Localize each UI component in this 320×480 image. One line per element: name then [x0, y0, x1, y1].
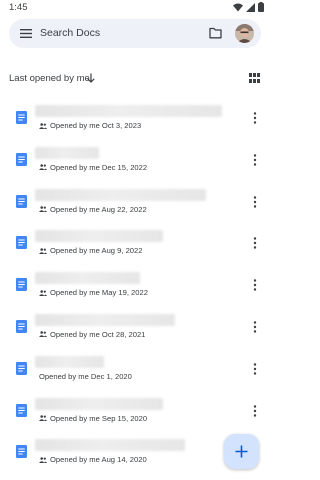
shared-people-icon [39, 289, 47, 296]
more-options-icon[interactable] [253, 404, 257, 417]
document-meta: Opened by me Aug 9, 2022 [39, 246, 142, 255]
status-bar: 1:45 [0, 0, 270, 16]
sort-row: Last opened by me [0, 64, 270, 86]
document-opened-date: Opened by me Aug 9, 2022 [50, 246, 143, 256]
more-options-icon[interactable] [253, 237, 257, 250]
docs-file-icon [16, 319, 27, 333]
signal-icon [246, 2, 255, 12]
document-meta: Opened by me Sep 15, 2020 [39, 414, 147, 423]
document-opened-date: Opened by me Oct 3, 2023 [50, 121, 142, 130]
document-meta: Opened by me Dec 1, 2020 [39, 372, 132, 381]
docs-file-icon [16, 278, 27, 292]
battery-icon [258, 2, 264, 12]
status-icons [233, 2, 264, 12]
document-title-redacted [35, 188, 206, 201]
grid-view-icon[interactable] [249, 73, 260, 83]
document-opened-date: Opened by me Aug 14, 2020 [50, 455, 147, 465]
document-row[interactable]: Opened by me Aug 22, 2022 [0, 181, 270, 223]
document-meta: Opened by me Dec 15, 2022 [39, 163, 147, 172]
more-options-icon[interactable] [253, 363, 257, 375]
document-row[interactable]: Opened by me May 19, 2022 [0, 264, 270, 306]
document-title-redacted [35, 313, 175, 326]
document-row[interactable]: Opened by me Aug 9, 2022 [0, 222, 270, 264]
document-row[interactable]: Opened by me Dec 1, 2020 [0, 348, 270, 390]
avatar[interactable] [235, 24, 254, 43]
document-meta: Opened by me Aug 14, 2020 [39, 455, 147, 464]
document-title-redacted [35, 355, 104, 368]
document-opened-date: Opened by me Dec 1, 2020 [39, 371, 132, 381]
shared-people-icon [39, 457, 47, 463]
document-title-redacted [35, 397, 163, 410]
document-title-redacted [35, 105, 222, 117]
shared-people-icon [39, 248, 47, 254]
shared-people-icon [39, 415, 47, 422]
document-meta: Opened by me May 19, 2022 [39, 288, 148, 297]
docs-file-icon [16, 152, 27, 166]
document-list: Opened by me Oct 3, 2023 Opened by me Dec… [0, 97, 270, 473]
menu-icon[interactable] [20, 28, 32, 39]
document-opened-date: Opened by me Dec 15, 2022 [50, 162, 148, 172]
document-meta: Opened by me Oct 28, 2021 [39, 330, 145, 339]
search-input[interactable]: Search Docs [40, 27, 100, 39]
status-time: 1:45 [9, 2, 28, 13]
shared-people-icon [39, 331, 47, 338]
document-row[interactable]: Opened by me Oct 28, 2021 [0, 306, 270, 348]
shared-people-icon [39, 122, 47, 129]
document-title-redacted [35, 146, 99, 159]
shared-people-icon [39, 164, 47, 171]
document-title-redacted [35, 272, 140, 285]
document-opened-date: Opened by me Oct 28, 2021 [50, 329, 146, 339]
more-options-icon[interactable] [253, 112, 257, 124]
docs-file-icon [16, 194, 27, 208]
arrow-down-icon[interactable] [87, 73, 95, 83]
more-options-icon[interactable] [253, 279, 257, 291]
more-options-icon[interactable] [253, 195, 257, 208]
docs-file-icon [16, 403, 27, 417]
docs-file-icon [16, 445, 27, 459]
shared-people-icon [39, 206, 47, 213]
sort-label[interactable]: Last opened by me [9, 73, 90, 84]
docs-file-icon [16, 236, 27, 250]
document-row[interactable]: Opened by me Oct 3, 2023 [0, 97, 270, 139]
document-title-redacted [35, 439, 185, 452]
search-bar[interactable]: Search Docs [9, 19, 261, 48]
document-opened-date: Opened by me Aug 22, 2022 [50, 204, 147, 214]
new-document-button[interactable] [224, 434, 259, 469]
docs-file-icon [16, 111, 27, 124]
docs-file-icon [16, 361, 27, 375]
wifi-icon [233, 3, 243, 11]
more-options-icon[interactable] [253, 321, 257, 333]
document-row[interactable]: Opened by me Sep 15, 2020 [0, 390, 270, 432]
more-options-icon[interactable] [253, 154, 257, 166]
document-row[interactable]: Opened by me Dec 15, 2022 [0, 139, 270, 181]
document-opened-date: Opened by me Sep 15, 2020 [50, 413, 148, 423]
document-title-redacted [35, 230, 163, 243]
document-meta: Opened by me Aug 22, 2022 [39, 205, 147, 214]
document-meta: Opened by me Oct 3, 2023 [39, 121, 141, 130]
plus-icon [235, 445, 248, 458]
folder-icon[interactable] [209, 27, 222, 39]
document-opened-date: Opened by me May 19, 2022 [50, 288, 148, 298]
